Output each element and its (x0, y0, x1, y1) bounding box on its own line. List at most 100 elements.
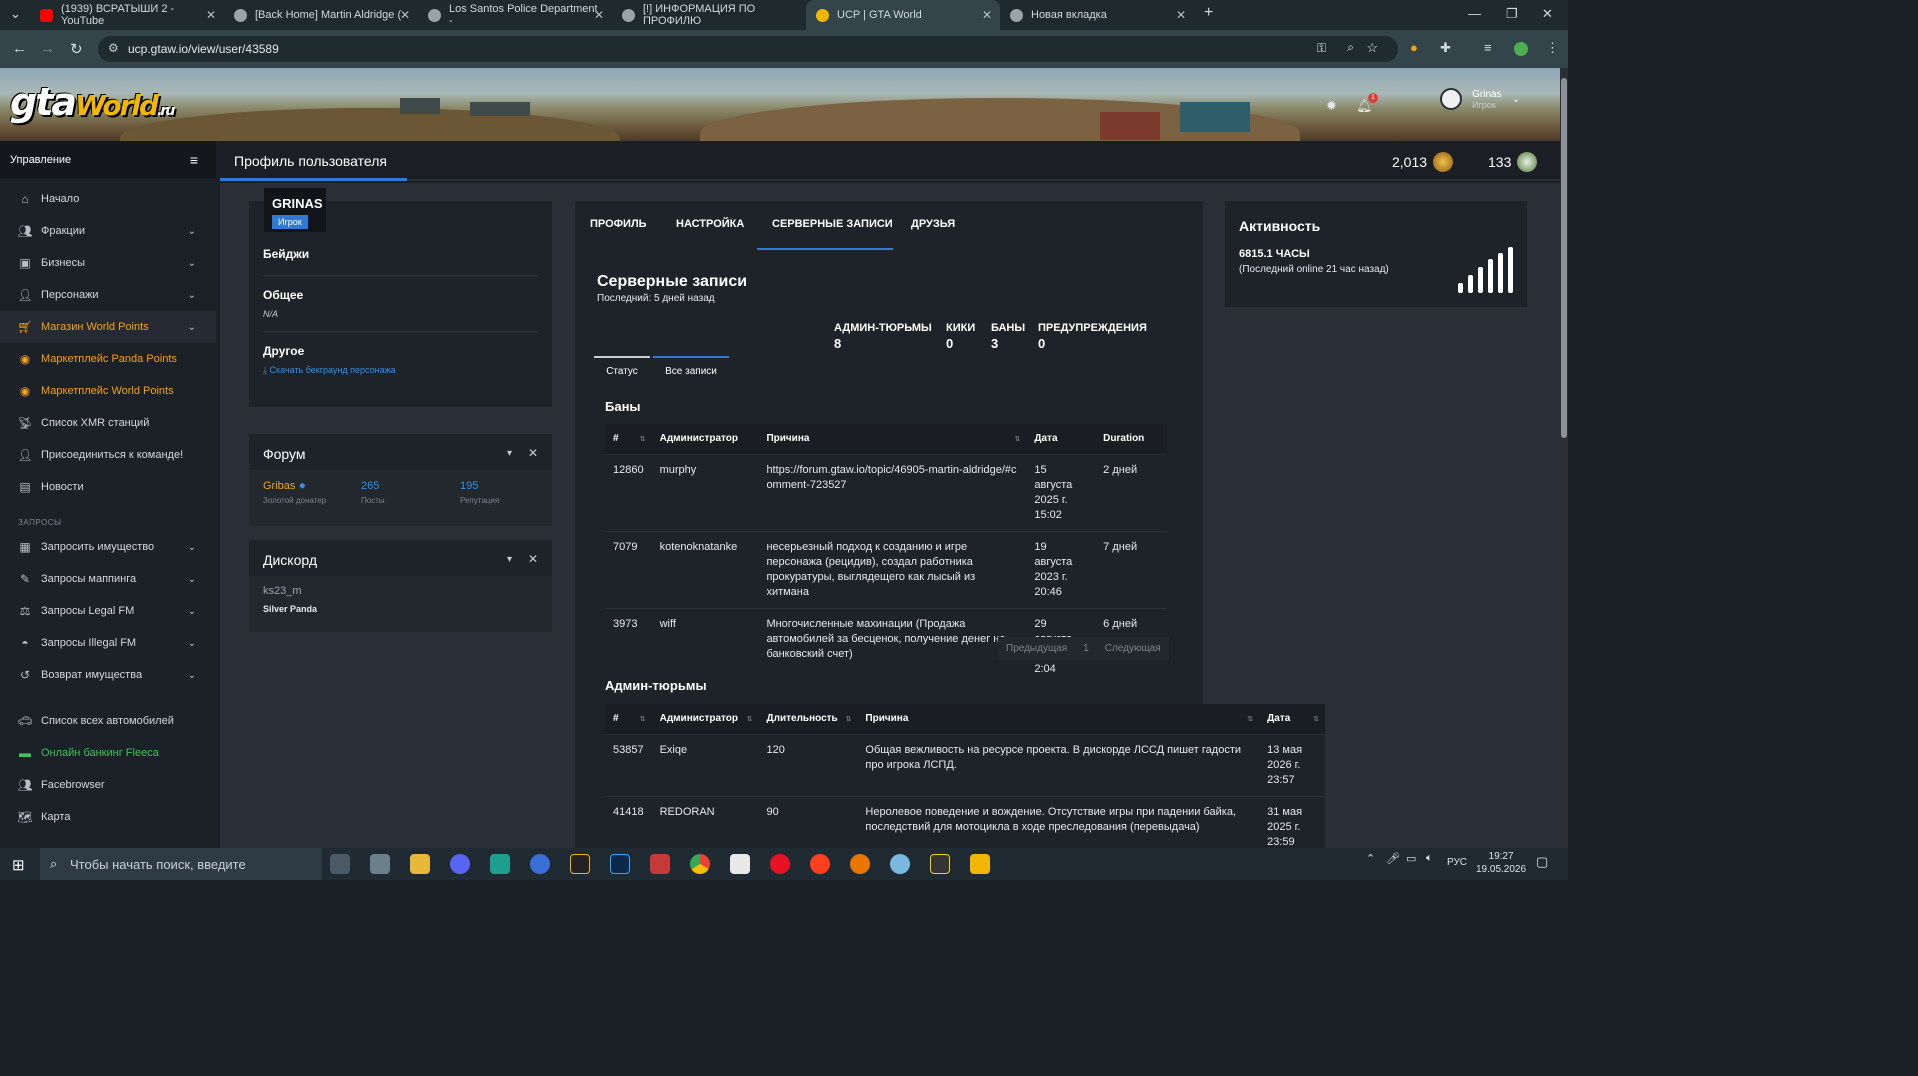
column-header-admin[interactable]: Администратор (651, 424, 759, 454)
gtaw-logo[interactable]: gtaWorld.ru (10, 80, 175, 124)
browser-tab[interactable]: [!] ИНФОРМАЦИЯ ПО ПРОФИЛЮ (612, 0, 806, 30)
task-view-icon[interactable] (330, 854, 350, 874)
column-header-duration[interactable]: Duration (1095, 424, 1167, 454)
browser-tab[interactable]: Los Santos Police Department - ✕ (418, 0, 612, 30)
close-tab-icon[interactable]: ✕ (1176, 8, 1186, 22)
back-icon[interactable]: ← (12, 40, 27, 57)
pager-page-1[interactable]: 1 (1075, 637, 1097, 660)
close-icon[interactable]: ✕ (528, 552, 538, 566)
clock[interactable]: 19:27 19.05.2026 (1476, 851, 1526, 875)
subtab-all-records[interactable]: Все записи (653, 356, 729, 382)
column-header-reason[interactable]: Причина ⇅ (857, 704, 1260, 734)
app-icon[interactable] (370, 854, 390, 874)
sidebar-item-wp-market[interactable]: ◉ Маркетплейс World Points (0, 375, 216, 407)
browser-tab[interactable]: [Back Home] Martin Aldridge ( ✕ (224, 0, 418, 30)
reload-icon[interactable]: ↻ (70, 40, 83, 58)
tab-friends[interactable]: ДРУЗЬЯ (911, 218, 955, 230)
chrome-icon[interactable] (690, 854, 710, 874)
new-tab-icon[interactable]: + (1204, 4, 1213, 22)
browser-menu-icon[interactable]: ⋮ (1546, 40, 1559, 56)
sidebar-item-legal-fm[interactable]: ⚖ Запросы Legal FM ⌄ (0, 595, 216, 627)
volume-icon[interactable]: 🔈︎ (1426, 852, 1433, 865)
tray-chevron-up-icon[interactable]: ⌃ (1366, 852, 1375, 865)
page-scrollbar[interactable] (1560, 68, 1568, 848)
sidebar-item-news[interactable]: ▤ Новости (0, 471, 216, 503)
sidebar-item-wp-shop[interactable]: 🛒︎ Магазин World Points ⌄ (0, 311, 216, 343)
photoshop-icon[interactable] (610, 854, 630, 874)
password-key-icon[interactable]: ⚿ (1317, 41, 1326, 56)
tab-server-records[interactable]: СЕРВЕРНЫЕ ЗАПИСИ (772, 218, 893, 230)
sidebar-item-join-team[interactable]: 👤︎ Присоединиться к команде! (0, 439, 216, 471)
app-icon[interactable] (530, 854, 550, 874)
close-tab-icon[interactable]: ✕ (400, 8, 410, 22)
download-background-link[interactable]: ⤓ Скачать бекграунд персонажа (263, 365, 538, 376)
forum-user-link[interactable]: Gribas ✹ (263, 480, 306, 492)
taskbar-search[interactable]: ⌕ Чтобы начать поиск, введите (40, 848, 322, 880)
column-header-date[interactable]: Дата (1026, 424, 1096, 454)
browser-tab[interactable]: (1939) ВСРАТЫШИ 2 - YouTube ✕ (30, 0, 224, 30)
sidebar-item-facebrowser[interactable]: 👥︎ Facebrowser (0, 769, 216, 801)
app-icon[interactable] (730, 854, 750, 874)
windows-start-icon[interactable]: ⊞ (12, 856, 25, 874)
close-tab-icon[interactable]: ✕ (594, 8, 604, 22)
sidebar-item-businesses[interactable]: ▣ Бизнесы ⌄ (0, 247, 216, 279)
forward-icon[interactable]: → (40, 40, 55, 57)
column-header-id[interactable]: # ⇅ (605, 424, 652, 454)
tab-search-icon[interactable]: ⌄ (10, 6, 21, 22)
column-header-duration[interactable]: Длительность ⇅ (758, 704, 858, 734)
column-header-reason[interactable]: Причина ⇅ (758, 424, 1027, 454)
collapse-icon[interactable]: ▾ (507, 554, 512, 565)
close-tab-icon[interactable]: ✕ (982, 8, 992, 22)
pager-previous[interactable]: Предыдущая (998, 637, 1076, 660)
rockstar-icon[interactable] (570, 854, 590, 874)
column-header-id[interactable]: # ⇅ (605, 704, 652, 734)
sidebar-item-characters[interactable]: 👤︎ Персонажи ⌄ (0, 279, 216, 311)
site-info-icon[interactable]: ⚙ (108, 41, 119, 55)
subtab-status[interactable]: Статус (594, 356, 650, 382)
app-icon[interactable] (490, 854, 510, 874)
app-icon[interactable] (930, 854, 950, 874)
sidebar-item-home[interactable]: ⌂ Начало (0, 183, 216, 215)
url-field[interactable]: ⚙ ucp.gtaw.io/view/user/43589 ⚿ ⌕ ☆ (98, 36, 1398, 62)
file-explorer-icon[interactable] (410, 854, 430, 874)
close-window-icon[interactable]: ✕ (1542, 6, 1553, 22)
user-menu[interactable]: Grinas Игрок ⌄ (1440, 88, 1520, 110)
yandex-icon[interactable] (810, 854, 830, 874)
zoom-icon[interactable]: ⌕ (1347, 40, 1354, 55)
opera-icon[interactable] (770, 854, 790, 874)
column-header-date[interactable]: Дата ⇅ (1259, 704, 1325, 734)
notification-center-icon[interactable]: ▢ (1536, 854, 1548, 870)
collapse-icon[interactable]: ▾ (507, 448, 512, 459)
close-tab-icon[interactable]: ✕ (206, 8, 216, 22)
bookmark-star-icon[interactable]: ☆ (1366, 40, 1378, 56)
tab-profile[interactable]: ПРОФИЛЬ (590, 218, 647, 230)
app-icon[interactable] (650, 854, 670, 874)
microphone-icon[interactable]: 🎤︎ (1386, 852, 1400, 865)
settings-gear-icon[interactable]: ✹ (1326, 98, 1337, 114)
app-icon[interactable] (890, 854, 910, 874)
browser-tab-active[interactable]: UCP | GTA World ✕ (806, 0, 1000, 30)
browser-tab[interactable]: Новая вкладка ✕ (1000, 0, 1194, 30)
sidebar-item-xmr[interactable]: 📡︎ Список XMR станций (0, 407, 216, 439)
tab-settings[interactable]: НАСТРОЙКА (676, 218, 744, 230)
column-header-admin[interactable]: Администратор ⇅ (651, 704, 759, 734)
language-indicator[interactable]: РУС (1447, 857, 1467, 868)
extensions-puzzle-icon[interactable]: ✚ (1440, 40, 1451, 56)
discord-app-icon[interactable] (450, 854, 470, 874)
profile-avatar-icon[interactable] (1514, 42, 1528, 56)
sidebar-item-fleeca[interactable]: ▬ Онлайн банкинг Fleeca (0, 737, 216, 769)
sidebar-item-map[interactable]: 🗺︎ Карта (0, 801, 216, 833)
minimize-icon[interactable]: — (1468, 6, 1481, 21)
restore-icon[interactable]: ❐ (1506, 6, 1518, 22)
media-icon[interactable]: ≡ (1484, 40, 1492, 55)
sidebar-item-refund[interactable]: ↺ Возврат имущества ⌄ (0, 659, 216, 691)
sidebar-item-mapping[interactable]: ✎ Запросы маппинга ⌄ (0, 563, 216, 595)
sidebar-item-request-property[interactable]: ▦ Запросить имущество ⌄ (0, 531, 216, 563)
extension-icon[interactable]: ● (1410, 40, 1418, 55)
sidebar-item-panda-market[interactable]: ◉ Маркетплейс Panda Points (0, 343, 216, 375)
scrollbar-thumb[interactable] (1561, 78, 1567, 438)
pager-next[interactable]: Следующая (1096, 637, 1169, 660)
rockstar-launcher-icon[interactable] (970, 854, 990, 874)
hamburger-menu-icon[interactable]: ≡ (190, 152, 198, 168)
sidebar-item-factions[interactable]: 👥︎ Фракции ⌄ (0, 215, 216, 247)
